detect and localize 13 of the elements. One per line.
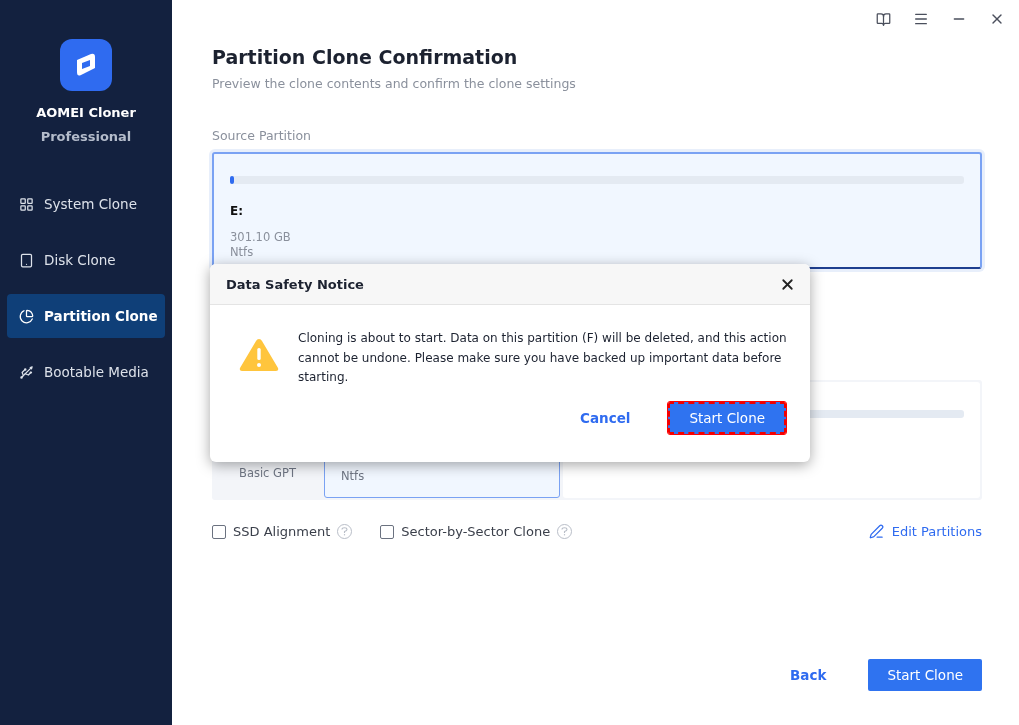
disk-type: Basic GPT [239, 466, 297, 480]
drive-letter: E: [230, 204, 244, 218]
checkbox-label: SSD Alignment [233, 524, 331, 539]
checkbox-label: Sector-by-Sector Clone [401, 524, 551, 539]
partition-details: 301.10 GB Ntfs [230, 230, 292, 260]
dialog-title: Data Safety Notice [226, 276, 364, 292]
app-name: AOMEI Cloner [36, 105, 136, 120]
page-title: Partition Clone Confirmation [212, 46, 519, 68]
app-edition: Professional [40, 129, 132, 144]
section-label: Source Partition [212, 128, 312, 143]
dialog-message: Cloning is about to start. Data on this partition (F) will be deleted, and this action cannot be undone. Please make sure you have backed up important data before starting. [298, 330, 788, 386]
page-subtitle: Preview the clone contents and confirm the clone settings [212, 76, 577, 91]
partition-filesystem: Ntfs [341, 469, 366, 483]
